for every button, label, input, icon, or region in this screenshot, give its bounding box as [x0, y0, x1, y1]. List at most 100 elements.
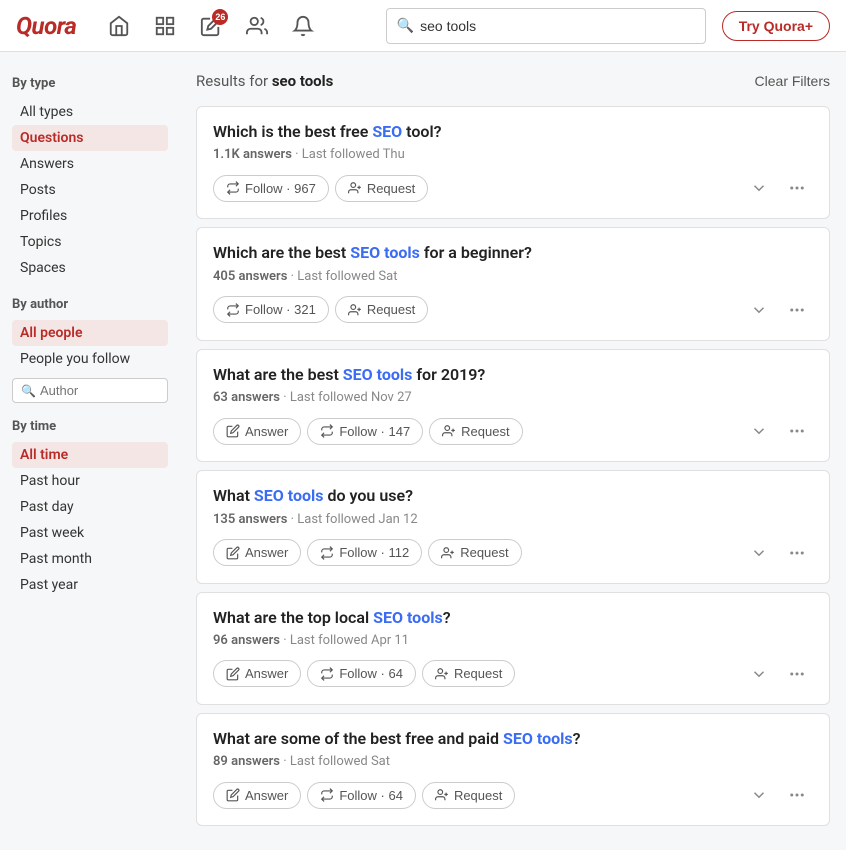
filter-time-all-time[interactable]: All time	[12, 442, 168, 468]
question-title[interactable]: What are some of the best free and paid …	[213, 728, 813, 750]
ellipsis-icon	[788, 665, 806, 683]
more-options-button[interactable]	[781, 294, 813, 326]
highlight-text: SEO	[372, 122, 402, 141]
follow-button[interactable]: Follow · 321	[213, 296, 329, 323]
follow-button[interactable]: Follow · 112	[307, 539, 422, 566]
highlight-text: SEO tools	[503, 729, 573, 748]
filter-time-past-day[interactable]: Past day	[12, 494, 168, 520]
follow-icon	[320, 546, 334, 560]
request-button[interactable]: Request	[428, 539, 521, 566]
filter-type-all-types[interactable]: All types	[12, 99, 168, 125]
request-icon	[441, 546, 455, 560]
downvote-button[interactable]	[743, 172, 775, 204]
results-query: seo tools	[272, 72, 334, 90]
more-options-button[interactable]	[781, 658, 813, 690]
filter-type-profiles[interactable]: Profiles	[12, 203, 168, 229]
question-title[interactable]: What are the top local SEO tools?	[213, 607, 813, 629]
downvote-button[interactable]	[743, 294, 775, 326]
notifications-nav-button[interactable]	[284, 7, 322, 45]
downvote-icon	[750, 179, 768, 197]
downvote-icon	[750, 786, 768, 804]
pencil-icon	[226, 788, 240, 802]
ellipsis-icon	[788, 544, 806, 562]
results-prefix: Results for	[196, 72, 268, 90]
question-title[interactable]: What are the best SEO tools for 2019?	[213, 364, 813, 386]
more-options-button[interactable]	[781, 172, 813, 204]
request-button[interactable]: Request	[422, 660, 515, 687]
highlight-text: SEO tools	[350, 243, 420, 262]
quora-logo[interactable]: Quora	[16, 12, 76, 40]
questions-list: Which is the best free SEO tool? 1.1K ans…	[196, 106, 830, 826]
answer-button[interactable]: Answer	[213, 418, 301, 445]
write-nav-button[interactable]: 26	[192, 7, 230, 45]
question-title[interactable]: Which is the best free SEO tool?	[213, 121, 813, 143]
ellipsis-icon	[788, 786, 806, 804]
author-search-container[interactable]: 🔍	[12, 378, 168, 403]
by-time-heading: By time	[12, 419, 168, 434]
by-author-heading: By author	[12, 297, 168, 312]
author-search-input[interactable]	[40, 383, 159, 398]
highlight-text: SEO tools	[254, 486, 324, 505]
filter-type-answers[interactable]: Answers	[12, 151, 168, 177]
question-title[interactable]: What SEO tools do you use?	[213, 485, 813, 507]
question-meta: 63 answers · Last followed Nov 27	[213, 390, 813, 405]
request-button[interactable]: Request	[335, 175, 428, 202]
question-card: What are some of the best free and paid …	[196, 713, 830, 826]
follow-icon	[226, 181, 240, 195]
question-meta: 405 answers · Last followed Sat	[213, 269, 813, 284]
request-button[interactable]: Request	[335, 296, 428, 323]
filter-time-past-month[interactable]: Past month	[12, 546, 168, 572]
filter-type-posts[interactable]: Posts	[12, 177, 168, 203]
question-actions: Follow · 967 Request	[213, 172, 813, 204]
filter-type-topics[interactable]: Topics	[12, 229, 168, 255]
feed-nav-button[interactable]	[146, 7, 184, 45]
time-filters: All timePast hourPast dayPast weekPast m…	[12, 442, 168, 598]
downvote-button[interactable]	[743, 779, 775, 811]
home-nav-button[interactable]	[100, 7, 138, 45]
filter-author-all-people[interactable]: All people	[12, 320, 168, 346]
more-options-button[interactable]	[781, 779, 813, 811]
search-bar[interactable]: 🔍	[386, 8, 706, 44]
filter-time-past-hour[interactable]: Past hour	[12, 468, 168, 494]
question-actions: Answer Follow · 64 Request	[213, 658, 813, 690]
question-card: Which are the best SEO tools for a begin…	[196, 227, 830, 340]
follow-icon	[320, 424, 334, 438]
question-actions: Follow · 321 Request	[213, 294, 813, 326]
people-nav-button[interactable]	[238, 7, 276, 45]
search-input[interactable]	[420, 18, 695, 34]
filter-author-people-you-follow[interactable]: People you follow	[12, 346, 168, 372]
more-options-button[interactable]	[781, 415, 813, 447]
filter-time-past-year[interactable]: Past year	[12, 572, 168, 598]
request-button[interactable]: Request	[429, 418, 522, 445]
request-icon	[435, 667, 449, 681]
filter-type-questions[interactable]: Questions	[12, 125, 168, 151]
downvote-button[interactable]	[743, 658, 775, 690]
downvote-icon	[750, 665, 768, 683]
answer-button[interactable]: Answer	[213, 660, 301, 687]
follow-button[interactable]: Follow · 64	[307, 660, 416, 687]
request-icon	[435, 788, 449, 802]
bell-icon	[292, 15, 314, 37]
filter-type-spaces[interactable]: Spaces	[12, 255, 168, 281]
follow-button[interactable]: Follow · 147	[307, 418, 423, 445]
more-options-button[interactable]	[781, 537, 813, 569]
follow-button[interactable]: Follow · 967	[213, 175, 329, 202]
downvote-button[interactable]	[743, 537, 775, 569]
answer-button[interactable]: Answer	[213, 782, 301, 809]
request-icon	[348, 181, 362, 195]
answer-button[interactable]: Answer	[213, 539, 301, 566]
downvote-button[interactable]	[743, 415, 775, 447]
request-button[interactable]: Request	[422, 782, 515, 809]
request-icon	[442, 424, 456, 438]
downvote-icon	[750, 301, 768, 319]
clear-filters-button[interactable]: Clear Filters	[755, 73, 830, 89]
question-title[interactable]: Which are the best SEO tools for a begin…	[213, 242, 813, 264]
follow-button[interactable]: Follow · 64	[307, 782, 416, 809]
ellipsis-icon	[788, 301, 806, 319]
try-plus-button[interactable]: Try Quora+	[722, 11, 830, 41]
nav-icons: 26	[100, 7, 322, 45]
highlight-text: SEO tools	[343, 365, 413, 384]
filter-time-past-week[interactable]: Past week	[12, 520, 168, 546]
question-meta: 1.1K answers · Last followed Thu	[213, 147, 813, 162]
question-meta: 135 answers · Last followed Jan 12	[213, 512, 813, 527]
